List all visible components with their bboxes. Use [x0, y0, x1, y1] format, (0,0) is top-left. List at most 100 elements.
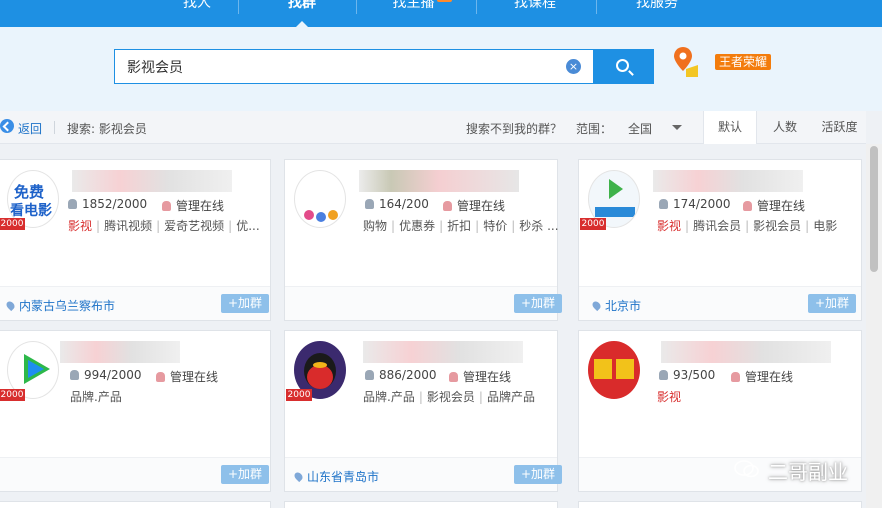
join-group-button[interactable]: +加群 — [514, 465, 562, 484]
group-card[interactable]: 164/200 管理在线 购物 | 优惠券 | 折扣 | 特价 | 秒杀 ... +加群 — [284, 159, 562, 321]
tab-find-streamers[interactable]: 找主播 — [382, 0, 462, 14]
filter-bar: 返回 搜索: 影视会员 搜索不到我的群？ 范围： 全国 默认 人数 活跃度 — [0, 111, 866, 144]
admin-icon — [743, 201, 752, 211]
tag: 爱奇艺视频 — [164, 219, 225, 233]
group-avatar — [294, 170, 346, 228]
group-card[interactable]: 2000 886/2000 管理在线 品牌.产品 | 影视会员 | 品牌产品 山东省青岛… — [284, 330, 562, 492]
group-card[interactable]: 2000 174/2000 管理在线 影视 | 腾讯会员 | 影视会员 | 电影 北京市 +… — [578, 159, 862, 321]
card-footer: +加群 — [0, 457, 270, 491]
search-icon — [616, 59, 629, 72]
search-box: × — [114, 49, 594, 84]
scrollbar-thumb[interactable] — [870, 146, 878, 272]
tab-find-groups[interactable]: 找群 — [274, 0, 330, 14]
location-pin-icon[interactable] — [672, 45, 700, 79]
group-tags: 品牌.产品 — [70, 388, 266, 405]
filter-divider — [54, 121, 55, 134]
group-location: 北京市 — [590, 297, 641, 314]
group-tags: 品牌.产品 | 影视会员 | 品牌产品 — [363, 390, 535, 404]
admin-icon — [156, 372, 165, 382]
member-count-text: 164/200 — [379, 197, 429, 211]
member-count-text: 994/2000 — [84, 368, 142, 382]
clear-icon[interactable]: × — [566, 59, 581, 74]
range-select[interactable]: 全国 — [628, 120, 652, 137]
group-tags: 影视 | 腾讯视频 | 爱奇艺视频 | 优... — [68, 219, 260, 233]
sort-tab-activity[interactable]: 活跃度 — [813, 111, 866, 144]
member-count: 164/200 — [365, 197, 429, 211]
members-icon — [659, 199, 668, 209]
members-icon — [659, 370, 668, 380]
shopping-logo-icon — [304, 210, 338, 222]
members-icon — [68, 199, 77, 209]
group-name-blurred — [72, 170, 232, 192]
members-icon — [365, 199, 374, 209]
group-card[interactable] — [0, 501, 271, 508]
admin-status-text: 管理在线 — [463, 370, 512, 384]
nav-divider — [476, 0, 477, 14]
tag: 电影 — [813, 219, 838, 233]
tag: 影视会员 — [426, 390, 475, 404]
members-icon — [70, 370, 79, 380]
watermark-text: 二哥副业 — [768, 460, 848, 484]
tag: 折扣 — [447, 219, 472, 233]
sort-tab-default[interactable]: 默认 — [703, 111, 757, 144]
member-count-text: 174/2000 — [673, 197, 731, 211]
group-card[interactable] — [284, 501, 558, 508]
tag: 影视会员 — [753, 219, 802, 233]
top-nav: 找人 找群 找主播 找课程 找服务 — [0, 0, 882, 27]
search-input[interactable] — [115, 50, 555, 83]
tag: 影视 — [657, 219, 682, 233]
group-name-blurred — [661, 341, 831, 363]
join-group-button[interactable]: +加群 — [221, 465, 269, 484]
tag: 影视 — [657, 390, 682, 404]
nav-divider — [356, 0, 357, 14]
admin-icon — [449, 372, 458, 382]
back-link[interactable]: 返回 — [18, 120, 42, 137]
location-text: 山东省青岛市 — [307, 470, 380, 484]
group-name-blurred — [363, 341, 523, 363]
sort-tab-members[interactable]: 人数 — [757, 111, 813, 144]
member-count: 93/500 — [659, 368, 715, 382]
back-arrow-icon[interactable] — [0, 119, 14, 133]
search-button[interactable] — [594, 49, 654, 84]
join-group-button[interactable]: +加群 — [808, 294, 856, 313]
member-count: 994/2000 — [70, 368, 142, 382]
group-name-blurred — [653, 170, 803, 192]
search-keyword-label: 搜索: 影视会员 — [67, 122, 147, 136]
tab-find-courses[interactable]: 找课程 — [500, 0, 570, 14]
group-name-blurred — [359, 170, 519, 192]
join-group-button[interactable]: +加群 — [514, 294, 562, 313]
admin-status-text: 管理在线 — [457, 199, 506, 213]
group-card[interactable] — [578, 501, 862, 508]
group-card[interactable]: 免费 看电影 2000 1852/2000 管理在线 影视 | 腾讯视频 | 爱奇艺视频… — [0, 159, 271, 321]
tag: 腾讯会员 — [693, 219, 742, 233]
nav-divider — [596, 0, 597, 14]
member-count-text: 1852/2000 — [82, 197, 148, 211]
group-name-blurred — [60, 341, 180, 363]
level-badge: 2000 — [580, 218, 606, 230]
chevron-down-icon[interactable] — [672, 125, 682, 130]
admin-status: 管理在线 — [731, 368, 793, 385]
tab-find-services[interactable]: 找服务 — [622, 0, 692, 14]
member-count-text: 93/500 — [673, 368, 716, 382]
admin-icon — [443, 201, 452, 211]
join-group-button[interactable]: +加群 — [221, 294, 269, 313]
card-footer: 内蒙古乌兰察布市 +加群 — [0, 286, 270, 320]
admin-status: 管理在线 — [443, 197, 505, 214]
hot-badge-icon — [436, 0, 452, 2]
svg-text:看电影: 看电影 — [9, 202, 52, 219]
admin-status-text: 管理在线 — [757, 199, 806, 213]
wechat-icon — [734, 460, 759, 478]
admin-status-text: 管理在线 — [176, 199, 225, 213]
tag: 购物 — [363, 219, 388, 233]
not-found-link[interactable]: 搜索不到我的群？ — [466, 120, 562, 137]
group-card[interactable]: 2000 994/2000 管理在线 品牌.产品 +加群 — [0, 330, 271, 492]
location-pin-icon — [4, 299, 17, 312]
members-icon — [365, 370, 374, 380]
tab-find-people[interactable]: 找人 — [170, 0, 224, 14]
game-badge[interactable]: 王者荣耀 — [715, 54, 772, 70]
tag: 腾讯视频 — [104, 219, 153, 233]
level-badge: 2000 — [286, 389, 312, 401]
tag: 优... — [236, 219, 260, 233]
card-footer: 北京市 +加群 — [579, 286, 861, 320]
tag: 品牌.产品 — [363, 390, 415, 404]
